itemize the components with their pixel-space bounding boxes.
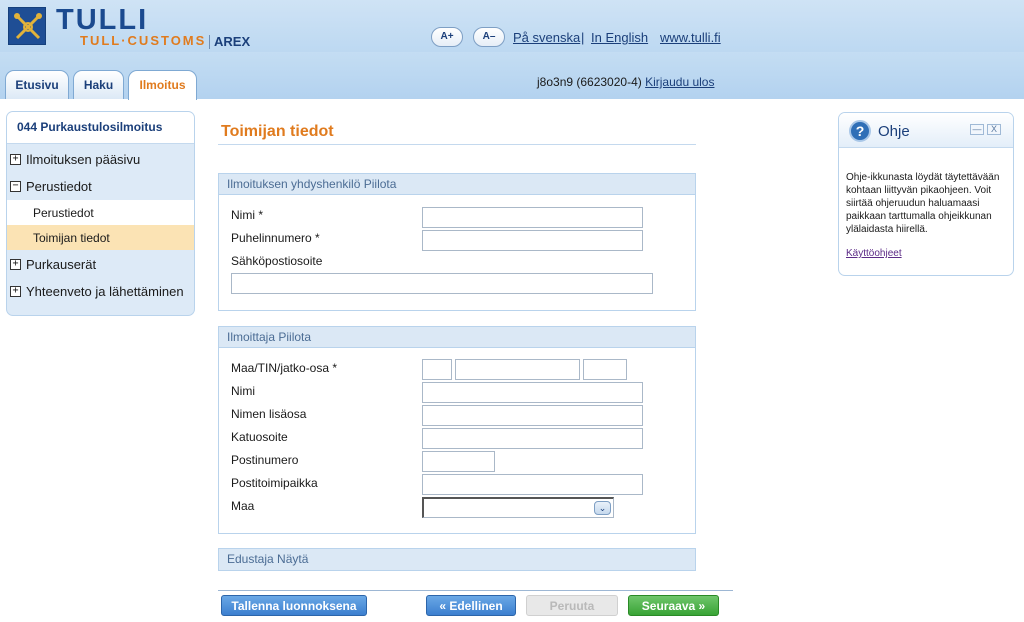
help-title: Ohje <box>878 123 910 140</box>
footer-divider <box>218 590 733 591</box>
contact-email-input[interactable] <box>231 273 653 294</box>
declarant-name-input[interactable] <box>422 382 643 403</box>
collapse-icon[interactable]: − <box>10 181 21 192</box>
previous-label: Edellinen <box>449 599 503 613</box>
sidebar-title: 044 Purkaustulosilmoitus <box>7 112 194 144</box>
english-language-link[interactable]: In English <box>591 30 648 45</box>
postcode-input[interactable] <box>422 451 495 472</box>
language-separator: | <box>581 30 585 45</box>
declarant-panel: Ilmoittaja Piilota Maa/TIN/jatko-osa * N… <box>218 326 696 534</box>
brand-divider <box>209 35 210 49</box>
street-address-input[interactable] <box>422 428 643 449</box>
chevron-down-icon[interactable]: ⌄ <box>594 501 611 515</box>
tab-ilmoitus[interactable]: Ilmoitus <box>128 70 197 100</box>
help-panel[interactable]: ? Ohje — X Ohje-ikkunasta löydät täytett… <box>838 112 1014 276</box>
help-text: Ohje-ikkunasta löydät täytettävään kohta… <box>846 172 1000 235</box>
sidebar-item-label: Yhteenveto ja lähettäminen <box>26 284 184 299</box>
contact-email-label: Sähköpostiosoite <box>231 254 323 268</box>
contact-phone-label: Puhelinnumero * <box>231 231 320 245</box>
app-name: AREX <box>214 34 251 49</box>
declarant-panel-heading[interactable]: Ilmoittaja Piilota <box>219 327 695 348</box>
representative-panel-heading[interactable]: Edustaja Näytä <box>219 549 695 570</box>
cancel-label: Peruuta <box>549 599 595 613</box>
tin-suffix-input[interactable] <box>583 359 627 380</box>
expand-icon[interactable]: + <box>10 259 21 270</box>
postcode-label: Postinumero <box>231 453 299 467</box>
page-title: Toimijan tiedot <box>221 123 334 140</box>
sidebar-item-label: Perustiedot <box>26 179 92 194</box>
tin-country-input[interactable] <box>422 359 452 380</box>
contact-name-input[interactable] <box>422 207 643 228</box>
representative-panel: Edustaja Näytä <box>218 548 696 571</box>
name-extension-label: Nimen lisäosa <box>231 407 307 421</box>
expand-icon[interactable]: + <box>10 154 21 165</box>
post-office-input[interactable] <box>422 474 643 495</box>
street-address-label: Katuosoite <box>231 430 288 444</box>
tab-haku[interactable]: Haku <box>73 70 124 99</box>
swedish-language-link[interactable]: På svenska <box>513 30 580 45</box>
double-chevron-left-icon: « <box>439 599 446 613</box>
logout-link[interactable]: Kirjaudu ulos <box>645 75 714 89</box>
minimize-icon[interactable]: — <box>970 124 984 135</box>
contact-phone-input[interactable] <box>422 230 643 251</box>
country-select[interactable]: ⌄ <box>422 497 614 518</box>
font-decrease-button[interactable]: A– <box>473 27 505 47</box>
tin-number-input[interactable] <box>455 359 580 380</box>
sidebar-subitem-operator-info[interactable]: Toimijan tiedot <box>7 225 194 250</box>
next-label: Seuraava <box>641 599 696 613</box>
sidebar-subitem-basic-info[interactable]: Perustiedot <box>7 200 194 225</box>
post-office-label: Postitoimipaikka <box>231 476 318 490</box>
customs-crest-icon <box>8 7 46 45</box>
user-info: j8o3n9 (6623020-4) Kirjaudu ulos <box>537 75 714 89</box>
font-increase-button[interactable]: A+ <box>431 27 463 47</box>
sidebar-item-label: Purkauserät <box>26 257 97 272</box>
close-icon[interactable]: X <box>987 124 1001 135</box>
declarant-name-label: Nimi <box>231 384 255 398</box>
cancel-button: Peruuta <box>526 595 618 616</box>
expand-icon[interactable]: + <box>10 286 21 297</box>
sidebar-item-label: Ilmoituksen pääsivu <box>26 152 141 167</box>
name-extension-input[interactable] <box>422 405 643 426</box>
user-guide-link[interactable]: Käyttöohjeet <box>846 248 902 259</box>
save-draft-button[interactable]: Tallenna luonnoksena <box>221 595 367 616</box>
sidebar: 044 Purkaustulosilmoitus + Ilmoituksen p… <box>6 111 195 316</box>
brand-subtitle: TULL·CUSTOMS <box>80 33 207 48</box>
user-id: j8o3n9 (6623020-4) <box>537 75 642 89</box>
contact-person-panel: Ilmoituksen yhdyshenkilö Piilota Nimi * … <box>218 173 696 311</box>
contact-name-label: Nimi * <box>231 208 263 222</box>
previous-button[interactable]: « Edellinen <box>426 595 516 616</box>
next-button[interactable]: Seuraava » <box>628 595 719 616</box>
save-draft-label: Tallenna luonnoksena <box>231 599 357 613</box>
help-header[interactable]: ? Ohje — X <box>839 113 1013 148</box>
tab-etusivu[interactable]: Etusivu <box>5 70 69 99</box>
title-divider <box>218 144 696 145</box>
help-question-icon: ? <box>849 120 871 142</box>
tin-label: Maa/TIN/jatko-osa * <box>231 361 338 375</box>
country-label: Maa <box>231 499 255 513</box>
double-chevron-right-icon: » <box>698 599 706 613</box>
contact-panel-heading[interactable]: Ilmoituksen yhdyshenkilö Piilota <box>219 174 695 195</box>
website-link[interactable]: www.tulli.fi <box>660 30 721 45</box>
